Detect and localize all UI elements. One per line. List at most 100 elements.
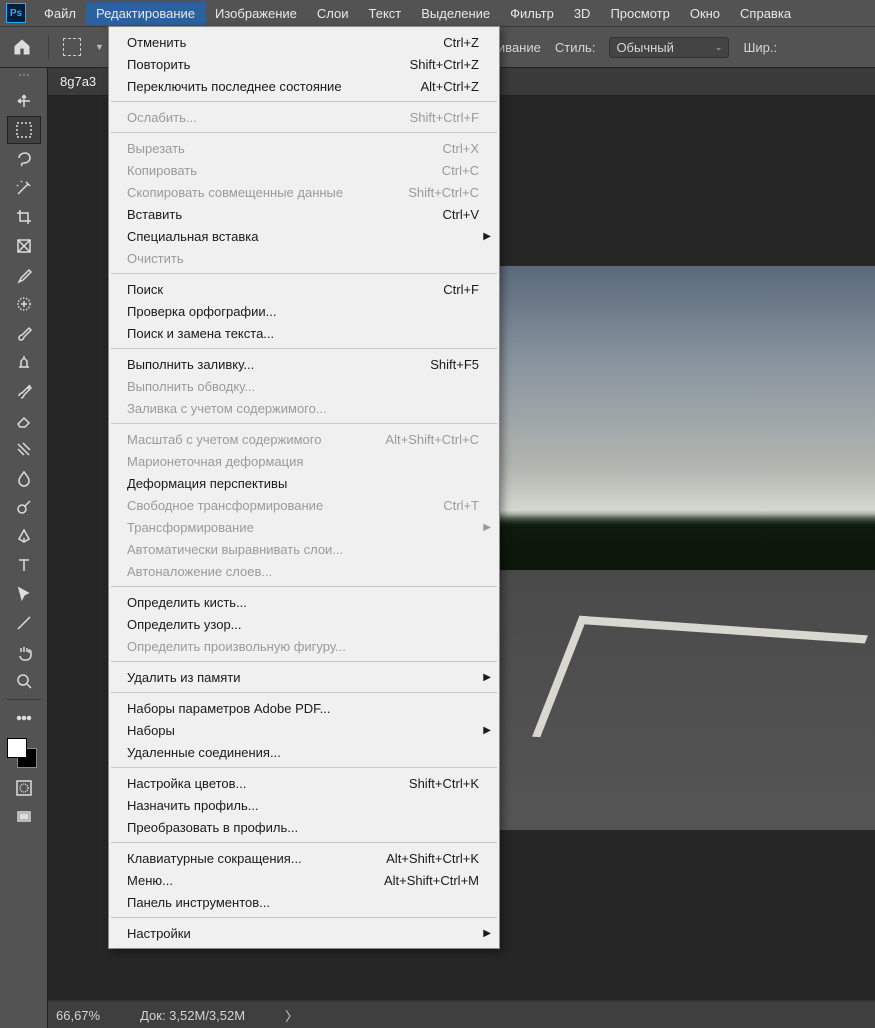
history-brush-tool[interactable]: [7, 377, 41, 405]
menu-item-label: Переключить последнее состояние: [127, 79, 342, 94]
menu-фильтр[interactable]: Фильтр: [500, 2, 564, 25]
status-arrow-icon[interactable]: 〉: [285, 1006, 298, 1025]
menu-item-определить-узор-[interactable]: Определить узор...: [109, 613, 499, 635]
menu-separator: [111, 423, 497, 424]
menu-item-shortcut: Alt+Shift+Ctrl+M: [384, 873, 479, 888]
menu-item-label: Удалить из памяти: [127, 670, 241, 685]
move-tool[interactable]: [7, 87, 41, 115]
blur-tool[interactable]: [7, 464, 41, 492]
pen-tool[interactable]: [7, 522, 41, 550]
menu-файл[interactable]: Файл: [34, 2, 86, 25]
edit-toolbar-icon[interactable]: [7, 704, 41, 732]
path-selection-tool[interactable]: [7, 580, 41, 608]
lasso-tool[interactable]: [7, 145, 41, 173]
menu-item-определить-произвольную-фигуру-: Определить произвольную фигуру...: [109, 635, 499, 657]
menu-item-переключить-последнее-состояние[interactable]: Переключить последнее состояниеAlt+Ctrl+…: [109, 75, 499, 97]
menu-separator: [111, 917, 497, 918]
zoom-level[interactable]: 66,67%: [56, 1008, 100, 1023]
frame-tool[interactable]: [7, 232, 41, 260]
menu-item-преобразовать-в-профиль-[interactable]: Преобразовать в профиль...: [109, 816, 499, 838]
menu-item-удалить-из-памяти[interactable]: Удалить из памяти ▶: [109, 666, 499, 688]
menu-item-масштаб-с-учетом-содержимого: Масштаб с учетом содержимогоAlt+Shift+Ct…: [109, 428, 499, 450]
menu-item-shortcut: Shift+Ctrl+F: [410, 110, 479, 125]
menu-item-панель-инструментов-[interactable]: Панель инструментов...: [109, 891, 499, 913]
style-select[interactable]: Обычный ⌄: [609, 37, 729, 58]
menu-item-наборы[interactable]: Наборы ▶: [109, 719, 499, 741]
menu-item-label: Наборы: [127, 723, 175, 738]
menu-item-label: Вырезать: [127, 141, 185, 156]
menu-просмотр[interactable]: Просмотр: [600, 2, 679, 25]
menu-item-назначить-профиль-[interactable]: Назначить профиль...: [109, 794, 499, 816]
screen-mode-icon[interactable]: [7, 803, 41, 831]
clone-stamp-tool[interactable]: [7, 348, 41, 376]
menu-item-shortcut: Alt+Shift+Ctrl+C: [385, 432, 479, 447]
document-tab[interactable]: 8g7a3: [60, 74, 96, 89]
marquee-tool[interactable]: [7, 116, 41, 144]
eyedropper-tool[interactable]: [7, 261, 41, 289]
gradient-tool[interactable]: [7, 435, 41, 463]
menu-item-вставить[interactable]: ВставитьCtrl+V: [109, 203, 499, 225]
separator: [48, 35, 49, 59]
menu-item-label: Проверка орфографии...: [127, 304, 276, 319]
menu-окно[interactable]: Окно: [680, 2, 730, 25]
chevron-down-icon[interactable]: ▼: [95, 42, 104, 52]
menu-item-деформация-перспективы[interactable]: Деформация перспективы: [109, 472, 499, 494]
menu-item-выполнить-заливку-[interactable]: Выполнить заливку...Shift+F5: [109, 353, 499, 375]
menu-item-label: Очистить: [127, 251, 184, 266]
dodge-tool[interactable]: [7, 493, 41, 521]
menu-item-shortcut: Ctrl+X: [443, 141, 479, 156]
menu-item-удаленные-соединения-[interactable]: Удаленные соединения...: [109, 741, 499, 763]
menu-item-label: Ослабить...: [127, 110, 197, 125]
menu-item-отменить[interactable]: ОтменитьCtrl+Z: [109, 31, 499, 53]
menu-текст[interactable]: Текст: [359, 2, 412, 25]
eraser-tool[interactable]: [7, 406, 41, 434]
tool-panel: [0, 68, 48, 1028]
menu-item-поиск-и-замена-текста-[interactable]: Поиск и замена текста...: [109, 322, 499, 344]
doc-size[interactable]: Док: 3,52M/3,52M: [140, 1008, 245, 1023]
menu-item-клавиатурные-сокращения-[interactable]: Клавиатурные сокращения...Alt+Shift+Ctrl…: [109, 847, 499, 869]
magic-wand-tool[interactable]: [7, 174, 41, 202]
submenu-arrow-icon: ▶: [483, 672, 491, 683]
menu-item-специальная-вставка[interactable]: Специальная вставка▶: [109, 225, 499, 247]
menu-слои[interactable]: Слои: [307, 2, 359, 25]
menu-item-меню-[interactable]: Меню...Alt+Shift+Ctrl+M: [109, 869, 499, 891]
panel-grip[interactable]: [9, 74, 39, 80]
menu-item-label: Настройка цветов...: [127, 776, 246, 791]
menu-item-повторить[interactable]: ПовторитьShift+Ctrl+Z: [109, 53, 499, 75]
healing-brush-tool[interactable]: [7, 290, 41, 318]
submenu-arrow-icon: ▶: [483, 725, 491, 736]
menu-item-определить-кисть-[interactable]: Определить кисть...: [109, 591, 499, 613]
menu-редактирование[interactable]: Редактирование: [86, 2, 205, 25]
menu-separator: [111, 842, 497, 843]
crop-tool[interactable]: [7, 203, 41, 231]
type-tool[interactable]: [7, 551, 41, 579]
color-swatches[interactable]: [7, 738, 37, 768]
hand-tool[interactable]: [7, 638, 41, 666]
menu-item-свободное-трансформирование: Свободное трансформированиеCtrl+T: [109, 494, 499, 516]
menu-item-label: Панель инструментов...: [127, 895, 270, 910]
menu-separator: [111, 767, 497, 768]
menu-справка[interactable]: Справка: [730, 2, 801, 25]
line-tool[interactable]: [7, 609, 41, 637]
brush-tool[interactable]: [7, 319, 41, 347]
menu-item-shortcut: Ctrl+C: [442, 163, 479, 178]
menu-3d[interactable]: 3D: [564, 2, 601, 25]
option-label-partial: ивание: [498, 40, 541, 55]
menu-item-проверка-орфографии-[interactable]: Проверка орфографии...: [109, 300, 499, 322]
menu-item-label: Автоналожение слоев...: [127, 564, 272, 579]
home-icon[interactable]: [10, 35, 34, 59]
menu-item-копировать: КопироватьCtrl+C: [109, 159, 499, 181]
width-label: Шир.:: [743, 40, 777, 55]
menu-выделение[interactable]: Выделение: [411, 2, 500, 25]
menu-item-настройки[interactable]: Настройки▶: [109, 922, 499, 944]
zoom-tool[interactable]: [7, 667, 41, 695]
menu-item-наборы-параметров-adobe-pdf-[interactable]: Наборы параметров Adobe PDF...: [109, 697, 499, 719]
menu-item-label: Выполнить обводку...: [127, 379, 255, 394]
menu-изображение[interactable]: Изображение: [205, 2, 307, 25]
marquee-preset-icon[interactable]: [63, 38, 81, 56]
menu-item-shortcut: Ctrl+F: [443, 282, 479, 297]
menu-separator: [111, 348, 497, 349]
quick-mask-icon[interactable]: [7, 774, 41, 802]
menu-item-настройка-цветов-[interactable]: Настройка цветов...Shift+Ctrl+K: [109, 772, 499, 794]
menu-item-поиск[interactable]: ПоискCtrl+F: [109, 278, 499, 300]
